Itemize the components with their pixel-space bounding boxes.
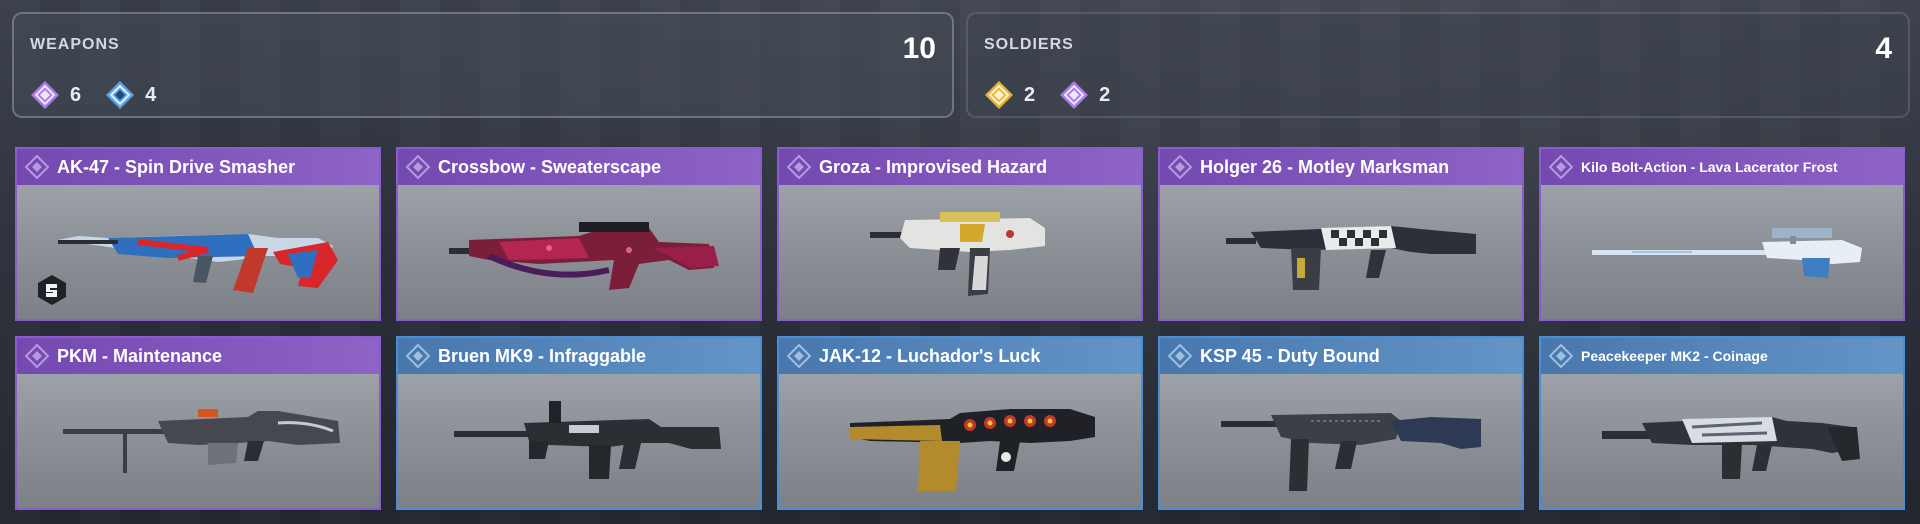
- weapon-image: [17, 376, 379, 508]
- weapon-name: Kilo Bolt-Action - Lava Lacerator Frost: [1581, 159, 1838, 175]
- soldiers-count-gold-value: 2: [1024, 83, 1036, 106]
- smg-icon: [1221, 413, 1481, 491]
- weapon-name: JAK-12 - Luchador's Luck: [819, 345, 1041, 366]
- weapon-grid: AK-47 - Spin Drive Smasher Crossbow - Sw…: [15, 147, 1905, 510]
- weapons-summary-label: WEAPONS: [30, 36, 120, 53]
- weapons-total-count: 10: [902, 32, 936, 65]
- weapon-name: Bruen MK9 - Infraggable: [438, 345, 647, 366]
- weapon-card-title-bar: Bruen MK9 - Infraggable: [398, 338, 760, 374]
- diamond-rarity-icon: [1060, 81, 1089, 109]
- weapon-card-bruen-mk9[interactable]: Bruen MK9 - Infraggable: [396, 336, 762, 510]
- weapons-count-purple: 6: [30, 80, 81, 110]
- weapons-summary-panel: WEAPONS 10 6 4: [12, 12, 954, 118]
- weapon-card-ksp-45[interactable]: KSP 45 - Duty Bound: [1158, 336, 1524, 510]
- weapon-image: [1160, 376, 1522, 508]
- machine-gun-icon: [454, 401, 721, 479]
- crossbow-icon: [449, 222, 719, 290]
- weapon-card-title-bar: Groza - Improvised Hazard: [779, 149, 1141, 185]
- weapon-image: [398, 187, 760, 319]
- weapon-card-peacekeeper-mk2[interactable]: Peacekeeper MK2 - Coinage: [1539, 336, 1905, 510]
- weapon-card-title-bar: AK-47 - Spin Drive Smasher: [17, 149, 379, 185]
- diamond-rarity-icon: [787, 344, 811, 368]
- diamond-rarity-icon: [1549, 344, 1573, 368]
- diamond-rarity-icon: [406, 155, 430, 179]
- weapon-name: Holger 26 - Motley Marksman: [1200, 156, 1450, 177]
- weapon-card-title-bar: KSP 45 - Duty Bound: [1160, 338, 1522, 374]
- diamond-rarity-icon: [1549, 155, 1573, 179]
- weapon-name: PKM - Maintenance: [57, 345, 223, 366]
- weapon-card-title-bar: Crossbow - Sweaterscape: [398, 149, 760, 185]
- diamond-rarity-icon: [106, 81, 135, 109]
- weapons-count-purple-value: 6: [70, 83, 82, 106]
- weapon-card-holger-26[interactable]: Holger 26 - Motley Marksman: [1158, 147, 1524, 321]
- weapon-card-kilo-bolt-action[interactable]: Kilo Bolt-Action - Lava Lacerator Frost: [1539, 147, 1905, 321]
- lmg-icon: [1226, 226, 1476, 290]
- weapon-name: AK-47 - Spin Drive Smasher: [57, 156, 296, 177]
- weapon-card-title-bar: Kilo Bolt-Action - Lava Lacerator Frost: [1541, 149, 1903, 185]
- sniper-rifle-icon: [1592, 228, 1862, 278]
- weapon-card-title-bar: Holger 26 - Motley Marksman: [1160, 149, 1522, 185]
- assault-rifle-icon: [58, 234, 338, 293]
- weapon-name: Crossbow - Sweaterscape: [438, 156, 662, 177]
- diamond-rarity-icon: [985, 81, 1013, 109]
- weapon-card-ak47[interactable]: AK-47 - Spin Drive Smasher: [15, 147, 381, 321]
- shotgun-icon: [850, 409, 1095, 491]
- weapon-image: [779, 376, 1141, 508]
- soldiers-summary-panel: SOLDIERS 4 2 2: [966, 12, 1910, 118]
- weapons-rarity-counts: 6 4: [30, 80, 168, 110]
- weapons-count-blue: 4: [105, 80, 156, 110]
- bullpup-rifle-icon: [870, 212, 1045, 296]
- diamond-rarity-icon: [1168, 344, 1192, 368]
- weapon-name: KSP 45 - Duty Bound: [1200, 345, 1380, 366]
- weapon-card-pkm[interactable]: PKM - Maintenance: [15, 336, 381, 510]
- weapon-card-title-bar: Peacekeeper MK2 - Coinage: [1541, 338, 1903, 374]
- diamond-rarity-icon: [31, 81, 59, 109]
- machine-gun-icon: [63, 409, 340, 473]
- soldiers-summary-label: SOLDIERS: [984, 36, 1074, 53]
- weapon-image: [1541, 376, 1903, 508]
- weapon-card-title-bar: PKM - Maintenance: [17, 338, 379, 374]
- diamond-rarity-icon: [787, 155, 811, 179]
- weapon-image: [1160, 187, 1522, 319]
- soldiers-rarity-counts: 2 2: [984, 80, 1122, 110]
- weapon-image: [17, 187, 379, 319]
- weapon-card-crossbow[interactable]: Crossbow - Sweaterscape: [396, 147, 762, 321]
- weapon-image: [779, 187, 1141, 319]
- weapons-count-blue-value: 4: [145, 83, 157, 106]
- weapon-name: Peacekeeper MK2 - Coinage: [1581, 348, 1768, 364]
- soldiers-total-count: 4: [1875, 32, 1892, 65]
- soldiers-count-gold: 2: [984, 80, 1035, 110]
- weapon-name: Groza - Improvised Hazard: [819, 156, 1048, 177]
- weapon-card-title-bar: JAK-12 - Luchador's Luck: [779, 338, 1141, 374]
- soldiers-count-purple: 2: [1059, 80, 1110, 110]
- diamond-rarity-icon: [25, 344, 49, 368]
- creator-badge-icon: [38, 275, 66, 305]
- weapon-image: [1541, 187, 1903, 319]
- diamond-rarity-icon: [1168, 155, 1192, 179]
- weapon-image: [398, 376, 760, 508]
- diamond-rarity-icon: [406, 344, 430, 368]
- weapon-card-jak-12[interactable]: JAK-12 - Luchador's Luck: [777, 336, 1143, 510]
- diamond-rarity-icon: [25, 155, 49, 179]
- soldiers-count-purple-value: 2: [1099, 83, 1111, 106]
- weapon-card-groza[interactable]: Groza - Improvised Hazard: [777, 147, 1143, 321]
- assault-rifle-icon: [1602, 417, 1860, 479]
